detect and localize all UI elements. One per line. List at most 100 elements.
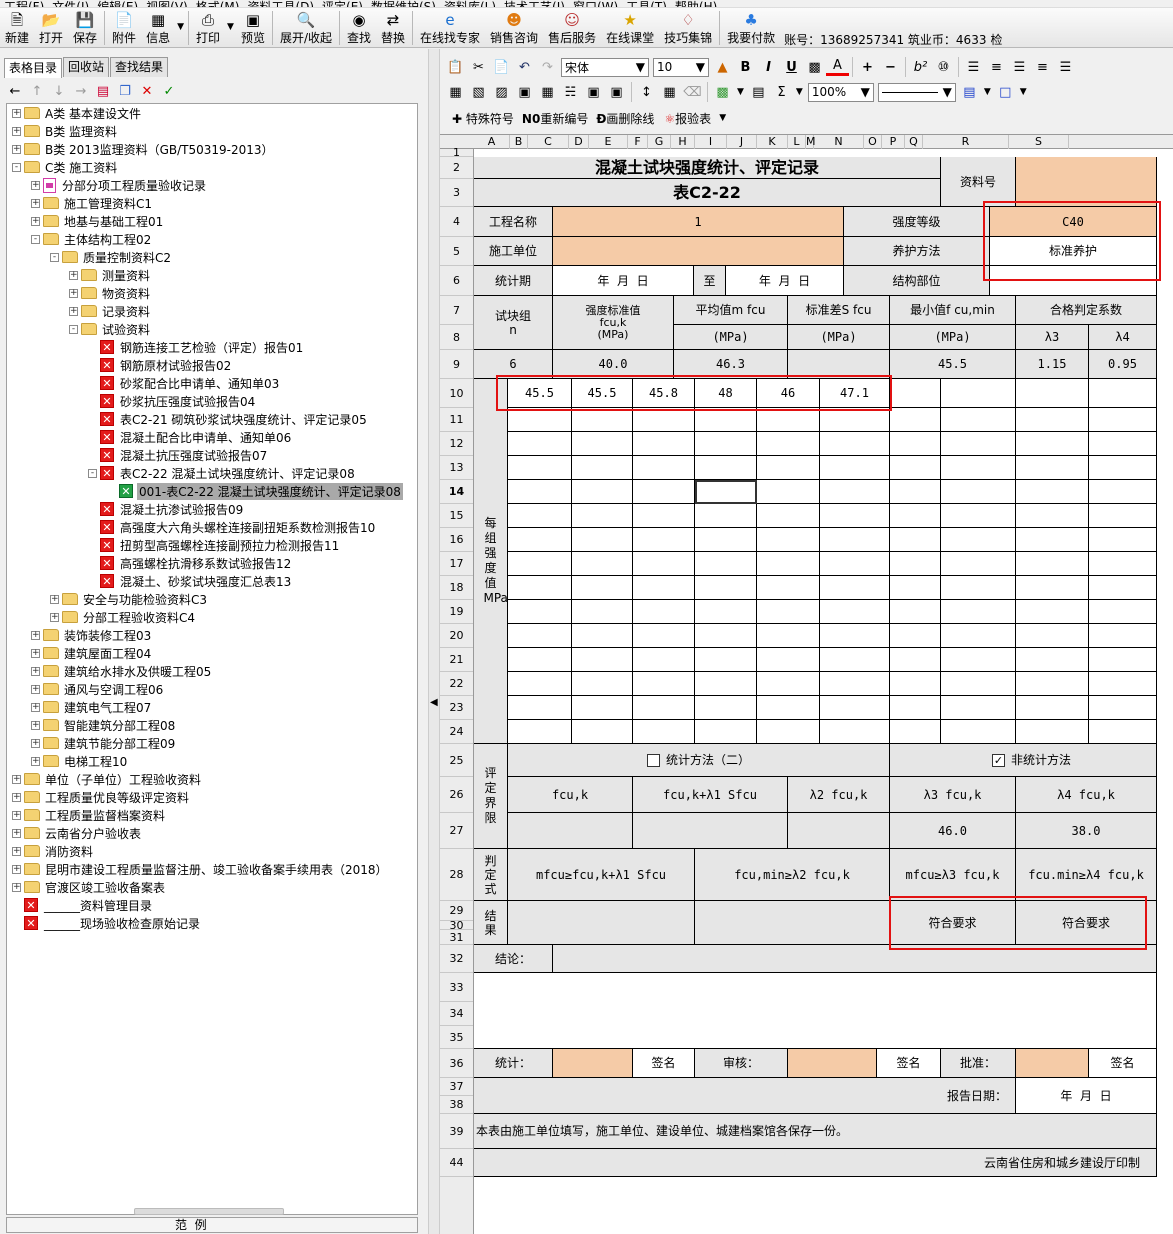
- value-cell[interactable]: [633, 528, 695, 552]
- line-style-select[interactable]: ▼: [877, 82, 956, 102]
- value-cell[interactable]: [890, 480, 941, 504]
- value-cell[interactable]: [508, 480, 572, 504]
- value-cell[interactable]: [633, 480, 695, 504]
- arrow-left-icon[interactable]: ←: [4, 84, 26, 99]
- clear-icon[interactable]: ⌫: [681, 85, 704, 100]
- value-cell[interactable]: [820, 528, 890, 552]
- special-symbol-button[interactable]: ✚ 特殊符号: [452, 110, 514, 127]
- folder-open-button[interactable]: 📂 打开: [34, 8, 68, 47]
- value-cell[interactable]: [820, 600, 890, 624]
- nonstat-method-cell[interactable]: ✓ 非统计方法: [890, 744, 1157, 777]
- superscript-icon[interactable]: b²: [909, 60, 932, 75]
- value-cell[interactable]: [820, 432, 890, 456]
- judge-1[interactable]: mfcu≥fcu,k+λ1 Sfcu: [508, 849, 695, 901]
- tree-node[interactable]: ✕ 钢筋连接工艺检验（评定）报告01: [88, 338, 305, 356]
- paste-icon[interactable]: 📋: [444, 60, 467, 75]
- italic-icon[interactable]: I: [757, 60, 780, 75]
- column-header-cell[interactable]: O: [864, 135, 882, 149]
- value-cell[interactable]: [890, 552, 941, 576]
- replace-button[interactable]: ⇄ 替换: [376, 8, 410, 47]
- tree-node[interactable]: ✕ ______现场验收检查原始记录: [12, 914, 202, 932]
- column-header-cell[interactable]: S: [1009, 135, 1069, 149]
- value-cell[interactable]: [508, 672, 572, 696]
- value-cell[interactable]: [941, 408, 1016, 432]
- value-cell[interactable]: [508, 552, 572, 576]
- print-button[interactable]: ⎙ 打印: [191, 8, 225, 47]
- form-code[interactable]: 表C2-22: [474, 179, 941, 207]
- cut-icon[interactable]: ✂: [467, 60, 490, 75]
- value-cell[interactable]: [941, 528, 1016, 552]
- row-header-cell[interactable]: 30: [440, 920, 473, 931]
- column-header-cell[interactable]: K: [757, 135, 788, 149]
- tree-node[interactable]: - C类 施工资料: [12, 158, 119, 176]
- value-cell[interactable]: [1016, 528, 1089, 552]
- row-header-cell[interactable]: 4: [440, 207, 473, 237]
- nonstat-method-checkbox[interactable]: ✓: [992, 753, 1005, 767]
- expand-plus-icon[interactable]: +: [50, 594, 59, 604]
- value-cell[interactable]: [890, 504, 941, 528]
- strike-button[interactable]: Đ画删除线: [596, 110, 654, 127]
- value-cell[interactable]: [1016, 480, 1089, 504]
- value-cell[interactable]: [1089, 720, 1157, 744]
- value-cell[interactable]: [941, 504, 1016, 528]
- tree-node[interactable]: ✕ 砂浆配合比申请单、通知单03: [88, 374, 281, 392]
- font-name-select[interactable]: 宋体 ▼: [561, 57, 649, 77]
- expand-plus-icon[interactable]: +: [12, 144, 21, 154]
- expand-plus-icon[interactable]: +: [12, 882, 21, 892]
- cell-border-icon[interactable]: □: [994, 85, 1017, 100]
- value-cell[interactable]: [1089, 528, 1157, 552]
- period-from[interactable]: 年 月 日: [553, 266, 694, 296]
- column-header-cell[interactable]: Q: [905, 135, 923, 149]
- chevron-down-icon[interactable]: ▼: [981, 87, 994, 97]
- result-1[interactable]: [508, 901, 695, 945]
- value-cell[interactable]: [890, 600, 941, 624]
- value-cell[interactable]: [508, 528, 572, 552]
- value-cell[interactable]: [1089, 456, 1157, 480]
- row-header-cell[interactable]: 1: [440, 147, 473, 158]
- judge-label[interactable]: 判定式: [474, 849, 508, 901]
- lambda4-header[interactable]: λ4: [1089, 325, 1157, 350]
- row-header-cell[interactable]: 17: [440, 552, 473, 576]
- tree-node[interactable]: ✕ 001-表C2-22 混凝土试块强度统计、评定记录08: [107, 482, 403, 500]
- avg-unit[interactable]: (MPa): [674, 325, 788, 350]
- tree-node[interactable]: + 地基与基础工程01: [31, 212, 165, 230]
- expand-plus-icon[interactable]: +: [31, 720, 40, 730]
- value-cell[interactable]: [757, 432, 820, 456]
- arrow-up-icon[interactable]: ↑: [26, 84, 48, 99]
- stat-label[interactable]: 统计：: [474, 1049, 553, 1078]
- limit-value-3[interactable]: [788, 813, 890, 849]
- value-cell[interactable]: [508, 720, 572, 744]
- expand-plus-icon[interactable]: +: [69, 288, 78, 298]
- tree-node[interactable]: ✕ 砂浆抗压强度试验报告04: [88, 392, 257, 410]
- expand-plus-icon[interactable]: +: [31, 666, 40, 676]
- sum-icon[interactable]: Σ: [770, 85, 793, 100]
- expand-plus-icon[interactable]: +: [12, 126, 21, 136]
- expand-plus-icon[interactable]: +: [31, 198, 40, 208]
- value-cell[interactable]: [695, 576, 757, 600]
- value-cell[interactable]: [695, 600, 757, 624]
- binoculars-button[interactable]: ◉ 查找: [342, 8, 376, 47]
- column-header-cell[interactable]: M: [806, 135, 816, 149]
- footnote[interactable]: 本表由施工单位填写，施工单位、建设单位、城建档案馆各保存一份。: [474, 1114, 1157, 1149]
- value-cell[interactable]: [820, 576, 890, 600]
- expand-plus-icon[interactable]: +: [12, 828, 21, 838]
- column-header-cell[interactable]: E: [589, 135, 628, 149]
- font-size-select[interactable]: 10 ▼: [653, 57, 709, 77]
- row-header-cell[interactable]: 15: [440, 504, 473, 528]
- tree-node[interactable]: + 物资资料: [69, 284, 152, 302]
- row-header-cell[interactable]: 13: [440, 456, 473, 480]
- value-cell[interactable]: [1016, 696, 1089, 720]
- period-label[interactable]: 统计期: [474, 266, 553, 296]
- underline-icon[interactable]: U: [780, 60, 803, 75]
- value-cell[interactable]: [572, 672, 633, 696]
- conclusion-label[interactable]: 结论：: [474, 945, 553, 973]
- align-right-icon[interactable]: ≡: [1031, 60, 1054, 75]
- delete-icon[interactable]: ✕: [136, 84, 158, 99]
- value-cell[interactable]: [572, 600, 633, 624]
- tree-node[interactable]: ✕ 高强螺栓抗滑移系数试验报告12: [88, 554, 293, 572]
- value-cell[interactable]: [508, 456, 572, 480]
- stat-sign[interactable]: 签名: [633, 1049, 695, 1078]
- value-cell[interactable]: [941, 432, 1016, 456]
- value-cell[interactable]: [1089, 696, 1157, 720]
- eval-label[interactable]: 评定界限: [474, 744, 508, 849]
